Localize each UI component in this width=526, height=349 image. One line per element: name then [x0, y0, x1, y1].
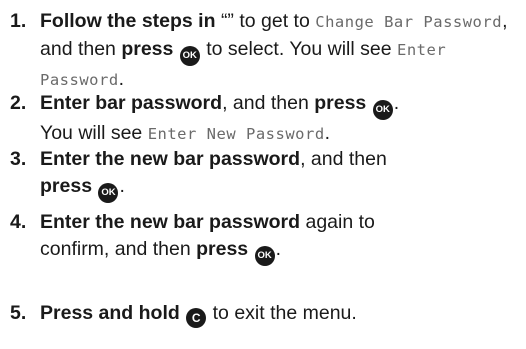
step-number: 4.	[10, 211, 27, 233]
step-text: Enter the new bar password, and then pre…	[40, 146, 526, 203]
step-bold-lead: Enter bar password	[40, 92, 223, 114]
step-text-run: .	[275, 238, 281, 260]
press-label: press	[40, 175, 93, 197]
step-bold-lead: Enter the new bar password	[40, 211, 301, 233]
step-text-run: .	[393, 92, 400, 114]
step-text-run: again to	[300, 211, 375, 233]
step-text: Follow the steps in “” to get to Change …	[40, 8, 526, 94]
step-text-run: , and then	[300, 148, 387, 170]
step-bold-lead: Press and hold	[40, 302, 180, 324]
step-number: 3.	[10, 148, 27, 170]
ok-key-icon: OK	[372, 100, 393, 120]
step-number: 2.	[10, 92, 27, 114]
cross-reference-quote: “”	[220, 10, 234, 32]
step-number: 1.	[10, 10, 27, 32]
ok-key-icon: OK	[98, 183, 119, 203]
step-bold-lead: Follow the steps in	[40, 10, 216, 32]
step-text-run: to exit the menu.	[207, 302, 357, 324]
ok-key-icon: OK	[254, 246, 275, 266]
step-bold-lead: Enter the new bar password	[40, 148, 301, 170]
step-text-run: You will see	[40, 122, 148, 144]
screen-text-change-bar-password: Change Bar Password	[315, 13, 503, 31]
press-label: press	[314, 92, 367, 114]
step-number: 5.	[10, 302, 27, 324]
step-text: Press and hold C to exit the menu.	[40, 300, 526, 328]
step-text-run: confirm, and then	[40, 238, 197, 260]
press-label: press	[196, 238, 249, 260]
step-text-run: , and then	[222, 92, 315, 114]
ok-key-icon: OK	[179, 46, 200, 66]
step-text-run: .	[118, 68, 125, 90]
step-text-run: .	[119, 175, 125, 197]
press-label: press	[121, 38, 174, 60]
c-key-icon: C	[186, 308, 207, 328]
step-text-run: to select. You will see	[200, 38, 397, 60]
screen-text-enter-new-password: Enter New Password	[147, 125, 325, 143]
step-text-run: to get to	[233, 10, 316, 32]
step-text: Enter bar password, and then press OK. Y…	[40, 90, 526, 148]
step-text-run: .	[324, 122, 331, 144]
step-text: Enter the new bar password again to conf…	[40, 209, 526, 266]
